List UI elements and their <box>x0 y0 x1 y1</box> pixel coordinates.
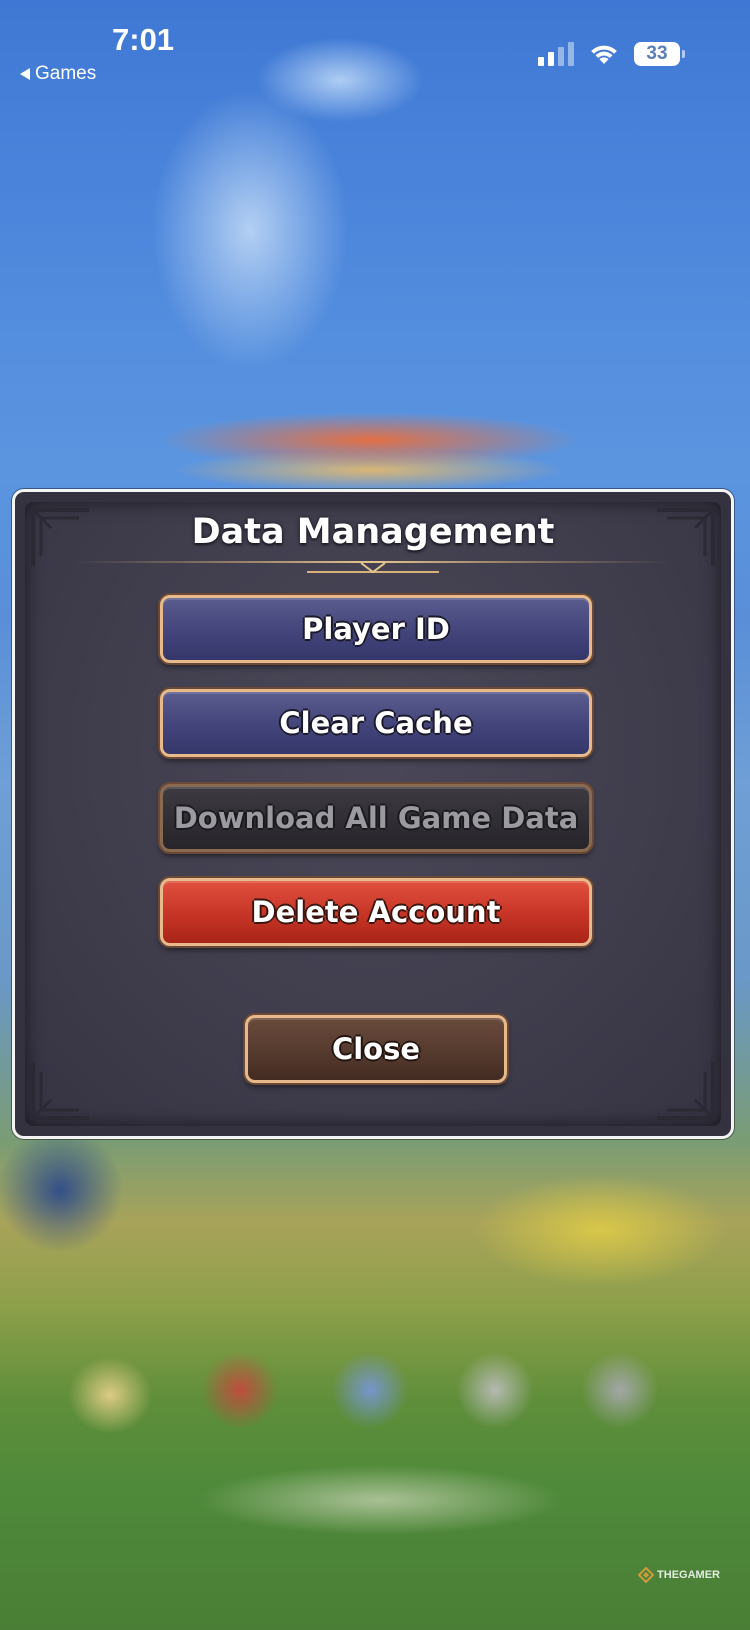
battery-icon: 33 <box>634 42 685 66</box>
download-all-game-data-button: Download All Game Data <box>160 784 592 852</box>
wifi-icon <box>591 45 617 64</box>
status-indicators: 33 <box>538 42 685 66</box>
watermark: THEGAMER <box>638 1567 720 1583</box>
data-management-dialog: Data Management Player ID Clear Cache Do… <box>12 489 734 1139</box>
clear-cache-button[interactable]: Clear Cache <box>160 689 592 757</box>
back-arrow-icon <box>20 68 30 80</box>
back-link-label: Games <box>35 63 97 84</box>
status-time: 7:01 <box>112 22 175 57</box>
battery-level: 33 <box>646 43 668 64</box>
title-divider <box>75 561 671 574</box>
corner-ornament-icon <box>657 1062 715 1120</box>
thegamer-logo-icon <box>638 1567 655 1583</box>
player-id-button[interactable]: Player ID <box>160 595 592 663</box>
back-to-app-link[interactable]: Games <box>20 63 96 85</box>
cellular-signal-icon <box>538 42 574 66</box>
dialog-title: Data Management <box>191 512 555 552</box>
close-button[interactable]: Close <box>245 1015 507 1083</box>
watermark-text: THEGAMER <box>657 1569 720 1581</box>
corner-ornament-icon <box>31 1062 89 1120</box>
delete-account-button[interactable]: Delete Account <box>160 878 592 946</box>
